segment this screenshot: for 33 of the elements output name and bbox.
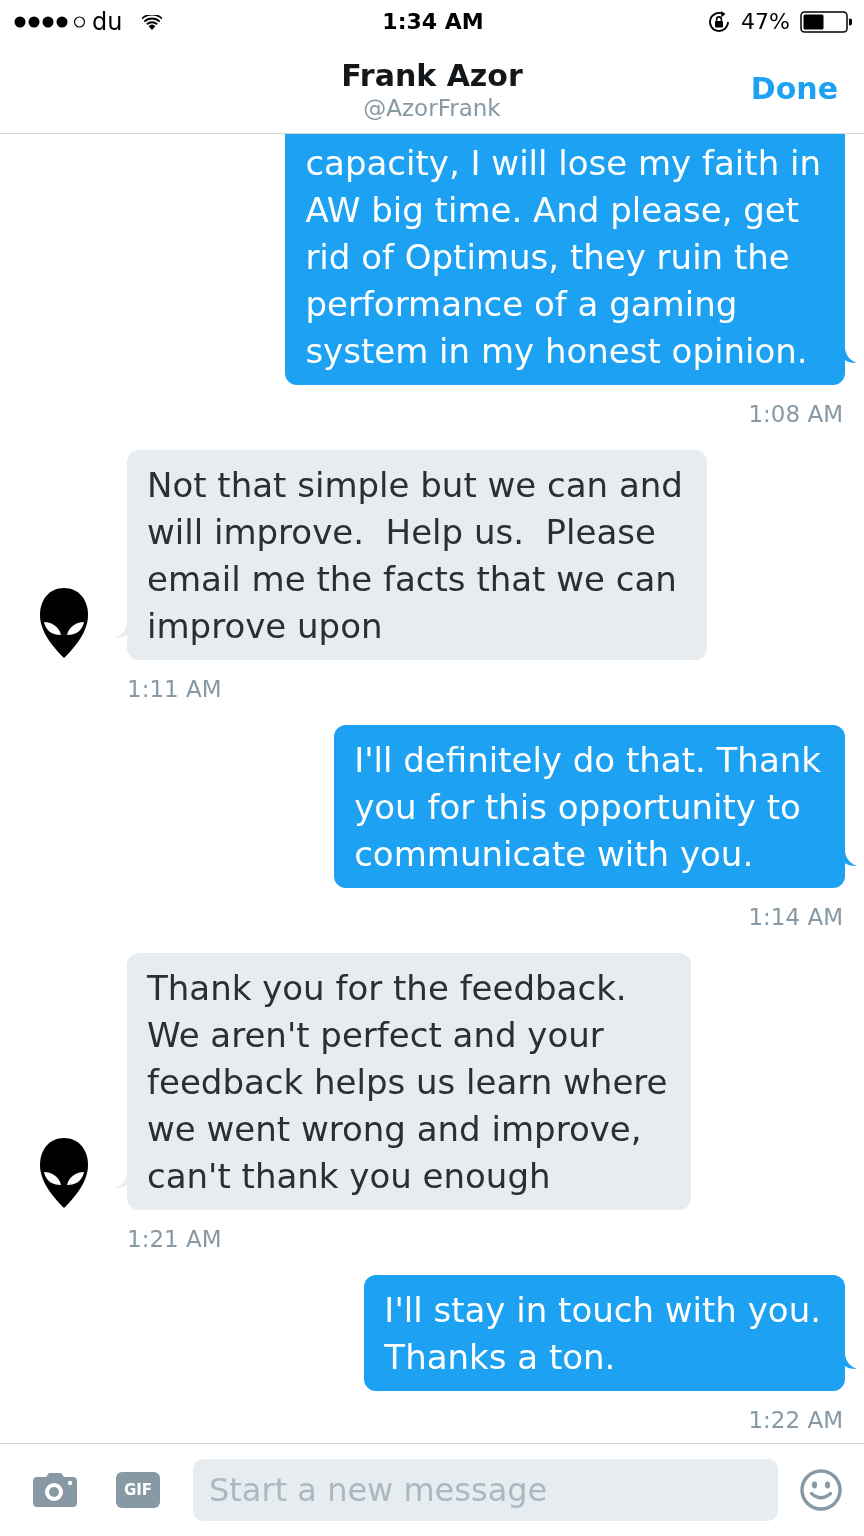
- carrier-name: du: [92, 8, 123, 36]
- bubble-tail-icon: [115, 622, 127, 638]
- status-time: 1:34 AM: [382, 8, 484, 36]
- bubble-tail-icon: [845, 347, 857, 363]
- message-input[interactable]: Start a new message: [193, 1459, 778, 1521]
- rotation-lock-icon: [707, 10, 732, 34]
- emoji-icon: [800, 1469, 842, 1511]
- battery-icon: [800, 11, 852, 33]
- message-time: 1:22 AM: [748, 1406, 843, 1435]
- gif-button[interactable]: GIF: [116, 1472, 160, 1508]
- message-time: 1:21 AM: [127, 1225, 222, 1254]
- camera-button[interactable]: [33, 1473, 77, 1507]
- contact-name: Frank Azor: [341, 58, 523, 94]
- done-button[interactable]: Done: [750, 70, 838, 107]
- message-time: 1:14 AM: [748, 903, 843, 932]
- sent-message-bubble: capacity, I will lose my faith in AW big time. And please, get rid of Optimus, they ruin the performance of a gaming system in my honest opinion.: [285, 134, 845, 385]
- received-message-bubble: Not that simple but we can and will improve. Help us. Please email me the facts that we can improve upon: [127, 450, 707, 660]
- received-message-bubble: Thank you for the feedback. We aren't perfect and your feedback helps us learn where we went wrong and improve, can't thank you enough: [127, 953, 692, 1210]
- message-time: 1:11 AM: [127, 675, 222, 704]
- bubble-tail-icon: [115, 1172, 127, 1188]
- wifi-icon: [142, 14, 163, 30]
- alien-avatar-icon: [40, 1138, 88, 1208]
- bubble-tail-icon: [845, 1353, 857, 1369]
- alien-avatar-icon: [40, 588, 88, 658]
- signal-strength-icon: [14, 16, 86, 28]
- sent-message-bubble: I'll definitely do that. Thank you for this opportunity to communicate with you.: [334, 725, 845, 888]
- camera-icon: [33, 1473, 77, 1507]
- battery-percentage: 47%: [741, 8, 790, 36]
- bubble-tail-icon: [845, 850, 857, 866]
- message-time: 1:08 AM: [748, 400, 843, 429]
- emoji-button[interactable]: [800, 1469, 842, 1511]
- sent-message-bubble: I'll stay in touch with you. Thanks a ton.: [364, 1275, 845, 1391]
- contact-handle: @AzorFrank: [363, 94, 501, 122]
